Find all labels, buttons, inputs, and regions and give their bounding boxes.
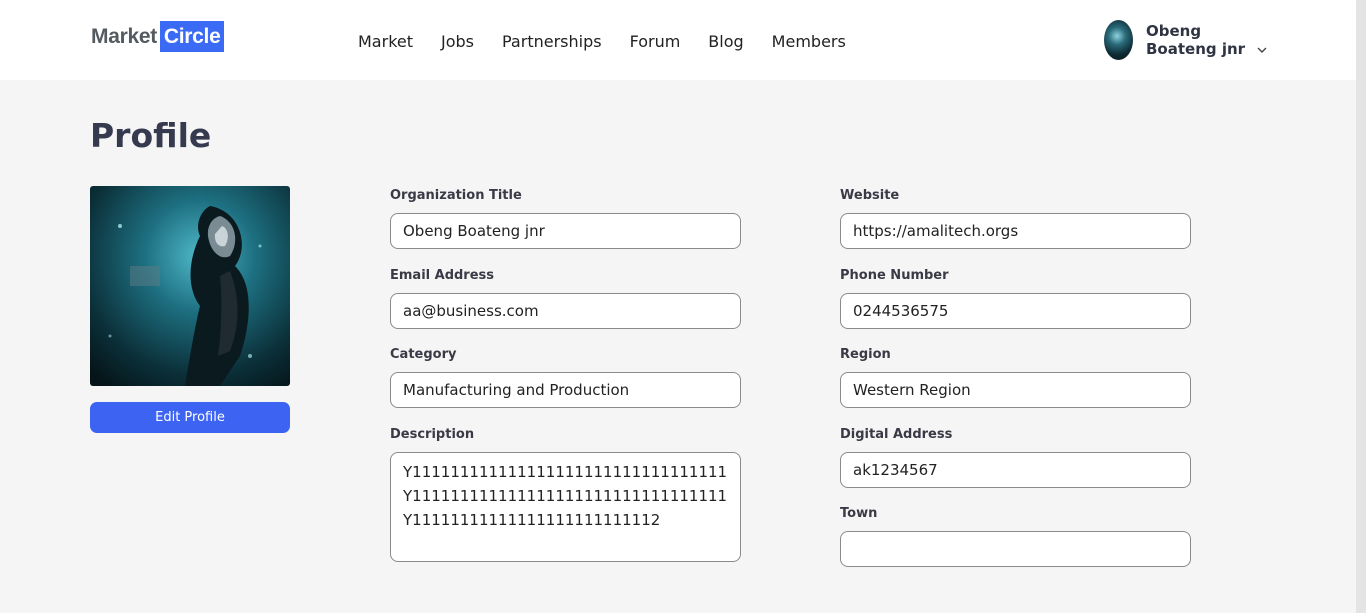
organization-title-field[interactable]: Obeng Boateng jnr [390,213,741,249]
main-nav: Market Jobs Partnerships Forum Blog Memb… [358,28,874,56]
description-label: Description [390,427,475,442]
profile-photo-image [90,186,290,386]
phone-label: Phone Number [840,268,949,283]
description-line-1: Y111111111111111111111111111111111111 [403,463,728,481]
chevron-down-icon[interactable] [1256,44,1268,56]
description-textarea[interactable]: Y111111111111111111111111111111111111 Y1… [390,452,741,562]
region-label: Region [840,347,891,362]
email-field[interactable]: aa@business.com [390,293,741,329]
nav-jobs[interactable]: Jobs [441,28,474,56]
user-name[interactable]: Obeng Boateng jnr [1146,22,1268,58]
description-line-3: Y11111111111111111111111112 [403,511,661,529]
website-field[interactable]: https://amalitech.orgs [840,213,1191,249]
phone-field[interactable]: 0244536575 [840,293,1191,329]
nav-blog[interactable]: Blog [708,28,743,56]
category-label: Category [390,347,457,362]
nav-members[interactable]: Members [772,28,846,56]
digital-address-label: Digital Address [840,427,953,442]
description-line-2: Y111111111111111111111111111111111111 [403,487,728,505]
digital-address-field[interactable]: ak1234567 [840,452,1191,488]
brand-logo[interactable]: Market Circle [91,21,225,52]
region-field[interactable]: Western Region [840,372,1191,408]
nav-forum[interactable]: Forum [630,28,681,56]
user-name-line1: Obeng [1146,22,1202,40]
user-menu[interactable]: Obeng Boateng jnr [1104,20,1268,60]
logo-text-market: Market [91,25,157,48]
nav-market[interactable]: Market [358,28,413,56]
logo-text-circle: Circle [159,21,225,52]
organization-title-label: Organization Title [390,188,522,203]
nav-partnerships[interactable]: Partnerships [502,28,602,56]
page-scrollbar[interactable] [1356,0,1366,613]
website-label: Website [840,188,900,203]
email-label: Email Address [390,268,495,283]
page-title: Profile [90,116,212,155]
avatar[interactable] [1104,20,1133,60]
town-label: Town [840,506,878,521]
edit-profile-button[interactable]: Edit Profile [90,402,290,433]
town-field[interactable] [840,531,1191,567]
user-name-line2: Boateng jnr [1146,40,1246,58]
category-field[interactable]: Manufacturing and Production [390,372,741,408]
top-navbar: Market Circle Market Jobs Partnerships F… [0,0,1356,80]
profile-photo [90,186,290,386]
